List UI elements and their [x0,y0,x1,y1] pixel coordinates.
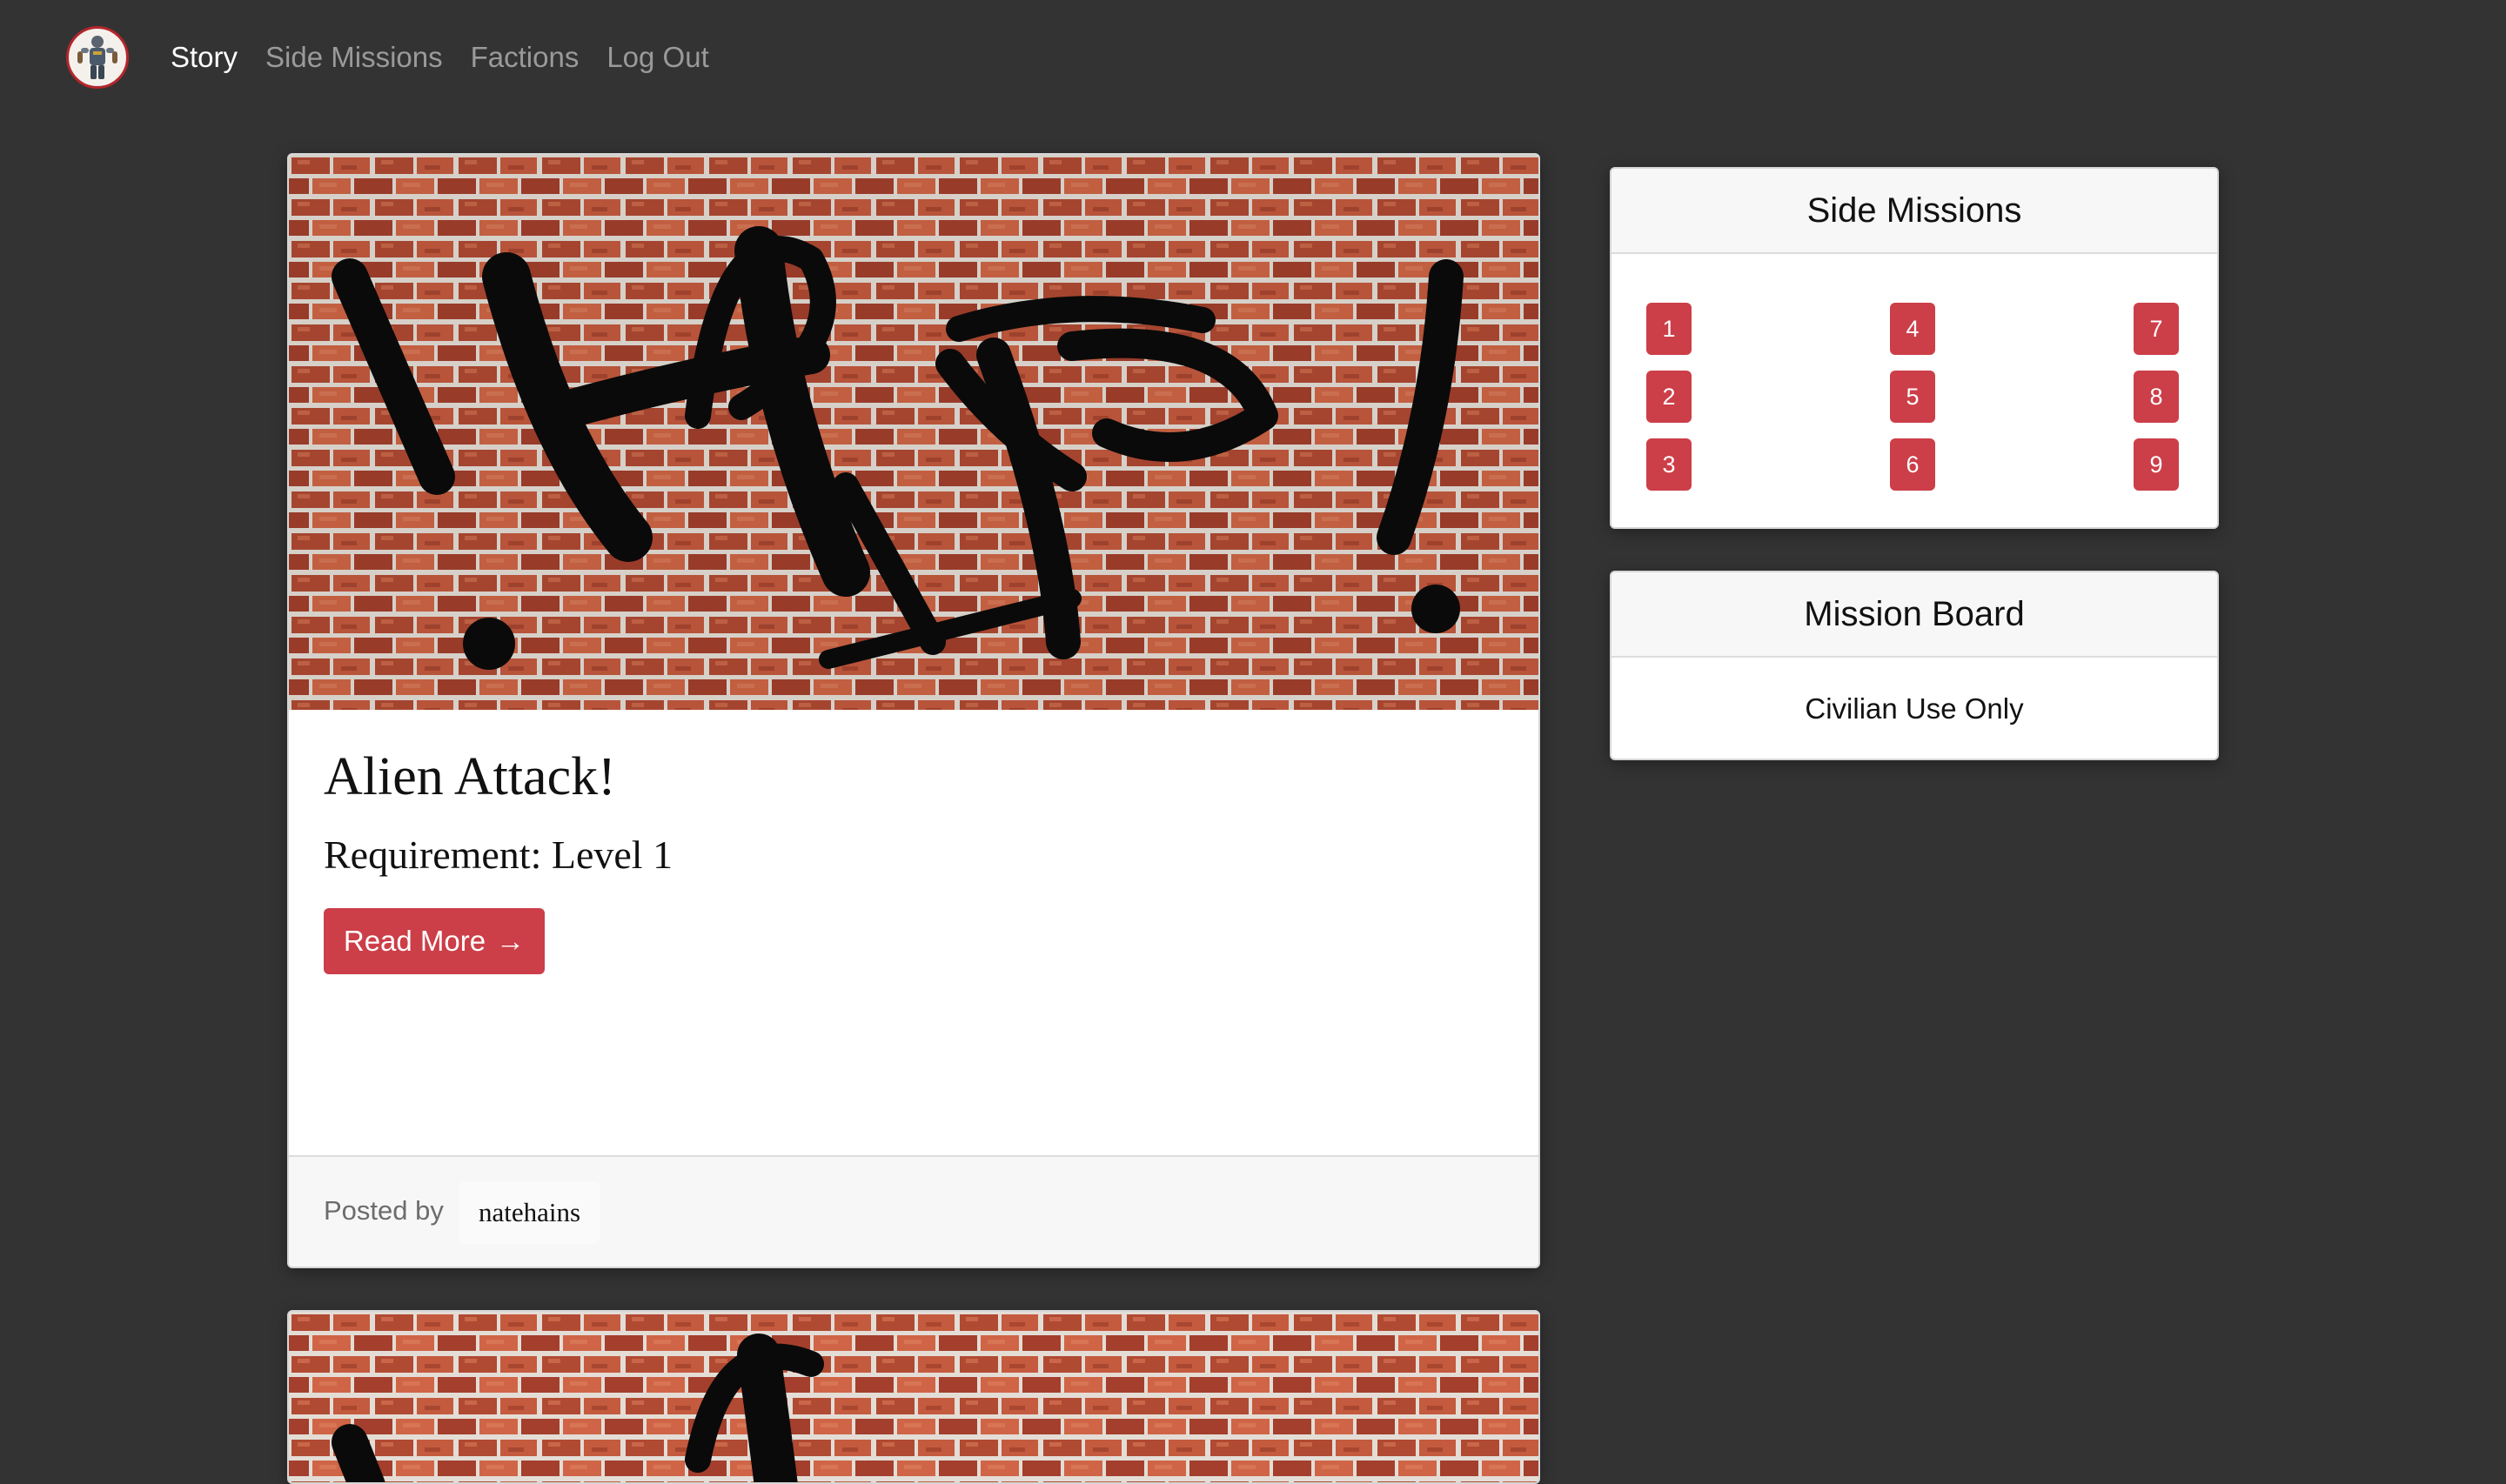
nav-link-factions[interactable]: Factions [471,38,580,77]
arrow-right-icon: → [496,925,526,957]
mission-board-title: Mission Board [1611,572,2217,658]
post-footer: Posted by natehains [289,1155,1538,1267]
mission-board-widget: Mission Board Civilian Use Only [1610,571,2219,760]
mission-board-text: Civilian Use Only [1805,692,2024,725]
side-missions-widget: Side Missions 1 4 7 2 5 8 3 6 9 [1610,167,2219,529]
author-name[interactable]: natehains [459,1181,600,1244]
read-more-label: Read More [343,925,486,957]
help-graffiti-brick-wall-image [289,155,1538,710]
nav-links: Story Side Missions Factions Log Out [171,38,709,77]
top-navbar: Story Side Missions Factions Log Out [0,0,2506,117]
story-post-card: Alien Attack! Requirement: Level 1 Read … [287,153,1540,1268]
nav-link-side-missions[interactable]: Side Missions [265,38,443,77]
mission-button-5[interactable]: 5 [1890,371,1935,423]
post-title: Alien Attack! [324,747,616,806]
story-post-card [287,1310,1540,1484]
side-missions-title: Side Missions [1611,169,2217,254]
nav-link-log-out[interactable]: Log Out [606,38,708,77]
mission-button-1[interactable]: 1 [1646,303,1692,355]
mission-button-3[interactable]: 3 [1646,438,1692,491]
nav-link-story[interactable]: Story [171,38,238,77]
mission-button-6[interactable]: 6 [1890,438,1935,491]
read-more-button[interactable]: Read More → [324,908,545,974]
mission-button-4[interactable]: 4 [1890,303,1935,355]
mission-button-9[interactable]: 9 [2134,438,2179,491]
mission-button-2[interactable]: 2 [1646,371,1692,423]
mission-button-7[interactable]: 7 [2134,303,2179,355]
posted-by-label: Posted by [324,1195,444,1226]
hero-logo-icon[interactable] [66,26,129,89]
side-missions-grid: 1 4 7 2 5 8 3 6 9 [1646,303,2179,491]
post-requirement: Requirement: Level 1 [324,832,673,877]
help-graffiti-brick-wall-image [289,1312,1538,1482]
mission-button-8[interactable]: 8 [2134,371,2179,423]
